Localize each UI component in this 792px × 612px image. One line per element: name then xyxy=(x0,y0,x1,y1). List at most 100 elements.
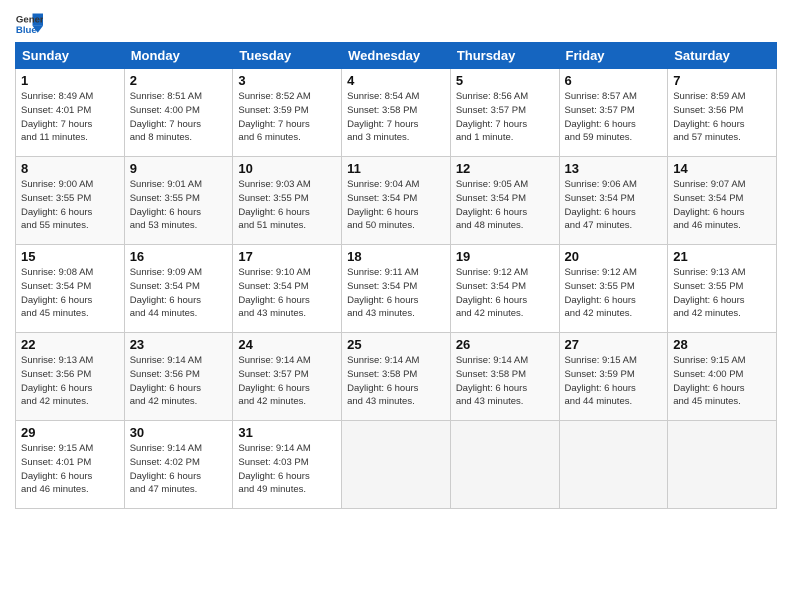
calendar-cell: 3 Sunrise: 8:52 AM Sunset: 3:59 PM Daylig… xyxy=(233,69,342,157)
calendar-cell: 12 Sunrise: 9:05 AM Sunset: 3:54 PM Dayli… xyxy=(450,157,559,245)
day-number: 23 xyxy=(130,337,228,352)
day-info: Sunrise: 9:10 AM Sunset: 3:54 PM Dayligh… xyxy=(238,266,336,321)
calendar-week-row: 8 Sunrise: 9:00 AM Sunset: 3:55 PM Daylig… xyxy=(16,157,777,245)
weekday-header-saturday: Saturday xyxy=(668,43,777,69)
day-number: 22 xyxy=(21,337,119,352)
day-number: 26 xyxy=(456,337,554,352)
day-number: 30 xyxy=(130,425,228,440)
weekday-header-monday: Monday xyxy=(124,43,233,69)
calendar-cell: 24Sunrise: 9:14 AM Sunset: 3:57 PM Dayli… xyxy=(233,333,342,421)
day-info: Sunrise: 9:14 AM Sunset: 4:02 PM Dayligh… xyxy=(130,442,228,497)
day-number: 31 xyxy=(238,425,336,440)
calendar-cell: 16 Sunrise: 9:09 AM Sunset: 3:54 PM Dayli… xyxy=(124,245,233,333)
calendar-cell xyxy=(342,421,451,509)
calendar-cell xyxy=(450,421,559,509)
day-number: 21 xyxy=(673,249,771,264)
day-info: Sunrise: 9:09 AM Sunset: 3:54 PM Dayligh… xyxy=(130,266,228,321)
calendar-cell: 31 Sunrise: 9:14 AM Sunset: 4:03 PM Dayli… xyxy=(233,421,342,509)
calendar-cell: 19Sunrise: 9:12 AM Sunset: 3:54 PM Dayli… xyxy=(450,245,559,333)
day-info: Sunrise: 9:15 AM Sunset: 3:59 PM Dayligh… xyxy=(565,354,663,409)
calendar-week-row: 29 Sunrise: 9:15 AM Sunset: 4:01 PM Dayli… xyxy=(16,421,777,509)
day-info: Sunrise: 9:04 AM Sunset: 3:54 PM Dayligh… xyxy=(347,178,445,233)
calendar-cell: 8 Sunrise: 9:00 AM Sunset: 3:55 PM Daylig… xyxy=(16,157,125,245)
weekday-header-friday: Friday xyxy=(559,43,668,69)
day-number: 20 xyxy=(565,249,663,264)
calendar-cell: 7 Sunrise: 8:59 AM Sunset: 3:56 PM Daylig… xyxy=(668,69,777,157)
calendar-cell: 17 Sunrise: 9:10 AM Sunset: 3:54 PM Dayli… xyxy=(233,245,342,333)
day-number: 15 xyxy=(21,249,119,264)
calendar-cell: 6 Sunrise: 8:57 AM Sunset: 3:57 PM Daylig… xyxy=(559,69,668,157)
calendar-cell: 1 Sunrise: 8:49 AM Sunset: 4:01 PM Daylig… xyxy=(16,69,125,157)
logo: General Blue xyxy=(15,10,43,38)
day-number: 3 xyxy=(238,73,336,88)
day-info: Sunrise: 9:14 AM Sunset: 3:58 PM Dayligh… xyxy=(456,354,554,409)
day-info: Sunrise: 9:12 AM Sunset: 3:55 PM Dayligh… xyxy=(565,266,663,321)
day-info: Sunrise: 9:15 AM Sunset: 4:01 PM Dayligh… xyxy=(21,442,119,497)
day-number: 28 xyxy=(673,337,771,352)
day-info: Sunrise: 9:14 AM Sunset: 3:57 PM Dayligh… xyxy=(238,354,336,409)
svg-text:Blue: Blue xyxy=(16,25,37,36)
day-number: 29 xyxy=(21,425,119,440)
calendar-cell: 9Sunrise: 9:01 AM Sunset: 3:55 PM Daylig… xyxy=(124,157,233,245)
day-number: 1 xyxy=(21,73,119,88)
day-number: 8 xyxy=(21,161,119,176)
day-number: 7 xyxy=(673,73,771,88)
weekday-header-thursday: Thursday xyxy=(450,43,559,69)
day-number: 6 xyxy=(565,73,663,88)
weekday-header-wednesday: Wednesday xyxy=(342,43,451,69)
day-number: 13 xyxy=(565,161,663,176)
calendar-cell: 30 Sunrise: 9:14 AM Sunset: 4:02 PM Dayli… xyxy=(124,421,233,509)
weekday-header-sunday: Sunday xyxy=(16,43,125,69)
day-number: 17 xyxy=(238,249,336,264)
calendar-cell: 21 Sunrise: 9:13 AM Sunset: 3:55 PM Dayli… xyxy=(668,245,777,333)
calendar-cell: 22 Sunrise: 9:13 AM Sunset: 3:56 PM Dayli… xyxy=(16,333,125,421)
day-info: Sunrise: 8:49 AM Sunset: 4:01 PM Dayligh… xyxy=(21,90,119,145)
day-info: Sunrise: 9:05 AM Sunset: 3:54 PM Dayligh… xyxy=(456,178,554,233)
day-info: Sunrise: 8:57 AM Sunset: 3:57 PM Dayligh… xyxy=(565,90,663,145)
day-number: 5 xyxy=(456,73,554,88)
day-info: Sunrise: 9:00 AM Sunset: 3:55 PM Dayligh… xyxy=(21,178,119,233)
day-info: Sunrise: 9:08 AM Sunset: 3:54 PM Dayligh… xyxy=(21,266,119,321)
day-info: Sunrise: 8:51 AM Sunset: 4:00 PM Dayligh… xyxy=(130,90,228,145)
day-number: 12 xyxy=(456,161,554,176)
day-info: Sunrise: 9:06 AM Sunset: 3:54 PM Dayligh… xyxy=(565,178,663,233)
calendar-cell: 5Sunrise: 8:56 AM Sunset: 3:57 PM Daylig… xyxy=(450,69,559,157)
day-info: Sunrise: 9:15 AM Sunset: 4:00 PM Dayligh… xyxy=(673,354,771,409)
calendar-cell: 15 Sunrise: 9:08 AM Sunset: 3:54 PM Dayli… xyxy=(16,245,125,333)
calendar-cell xyxy=(559,421,668,509)
calendar-header-row: SundayMondayTuesdayWednesdayThursdayFrid… xyxy=(16,43,777,69)
day-info: Sunrise: 9:03 AM Sunset: 3:55 PM Dayligh… xyxy=(238,178,336,233)
day-number: 16 xyxy=(130,249,228,264)
svg-text:General: General xyxy=(16,14,43,25)
calendar-week-row: 1 Sunrise: 8:49 AM Sunset: 4:01 PM Daylig… xyxy=(16,69,777,157)
calendar-cell: 20 Sunrise: 9:12 AM Sunset: 3:55 PM Dayli… xyxy=(559,245,668,333)
calendar-cell xyxy=(668,421,777,509)
day-number: 18 xyxy=(347,249,445,264)
calendar-table: SundayMondayTuesdayWednesdayThursdayFrid… xyxy=(15,42,777,509)
calendar-week-row: 22 Sunrise: 9:13 AM Sunset: 3:56 PM Dayli… xyxy=(16,333,777,421)
day-info: Sunrise: 9:13 AM Sunset: 3:56 PM Dayligh… xyxy=(21,354,119,409)
day-info: Sunrise: 9:14 AM Sunset: 3:56 PM Dayligh… xyxy=(130,354,228,409)
calendar-cell: 18Sunrise: 9:11 AM Sunset: 3:54 PM Dayli… xyxy=(342,245,451,333)
calendar-cell: 4 Sunrise: 8:54 AM Sunset: 3:58 PM Daylig… xyxy=(342,69,451,157)
day-info: Sunrise: 9:07 AM Sunset: 3:54 PM Dayligh… xyxy=(673,178,771,233)
page-container: General Blue SundayMondayTuesdayWednesda… xyxy=(0,0,792,519)
day-number: 14 xyxy=(673,161,771,176)
weekday-header-tuesday: Tuesday xyxy=(233,43,342,69)
day-info: Sunrise: 8:52 AM Sunset: 3:59 PM Dayligh… xyxy=(238,90,336,145)
day-number: 2 xyxy=(130,73,228,88)
day-info: Sunrise: 9:13 AM Sunset: 3:55 PM Dayligh… xyxy=(673,266,771,321)
calendar-cell: 29 Sunrise: 9:15 AM Sunset: 4:01 PM Dayli… xyxy=(16,421,125,509)
calendar-cell: 2 Sunrise: 8:51 AM Sunset: 4:00 PM Daylig… xyxy=(124,69,233,157)
day-info: Sunrise: 8:54 AM Sunset: 3:58 PM Dayligh… xyxy=(347,90,445,145)
calendar-cell: 23 Sunrise: 9:14 AM Sunset: 3:56 PM Dayli… xyxy=(124,333,233,421)
calendar-cell: 13 Sunrise: 9:06 AM Sunset: 3:54 PM Dayli… xyxy=(559,157,668,245)
day-number: 27 xyxy=(565,337,663,352)
day-number: 9 xyxy=(130,161,228,176)
day-info: Sunrise: 8:59 AM Sunset: 3:56 PM Dayligh… xyxy=(673,90,771,145)
calendar-cell: 28 Sunrise: 9:15 AM Sunset: 4:00 PM Dayli… xyxy=(668,333,777,421)
logo-icon: General Blue xyxy=(15,10,43,38)
calendar-cell: 10Sunrise: 9:03 AM Sunset: 3:55 PM Dayli… xyxy=(233,157,342,245)
day-number: 4 xyxy=(347,73,445,88)
day-info: Sunrise: 9:14 AM Sunset: 4:03 PM Dayligh… xyxy=(238,442,336,497)
